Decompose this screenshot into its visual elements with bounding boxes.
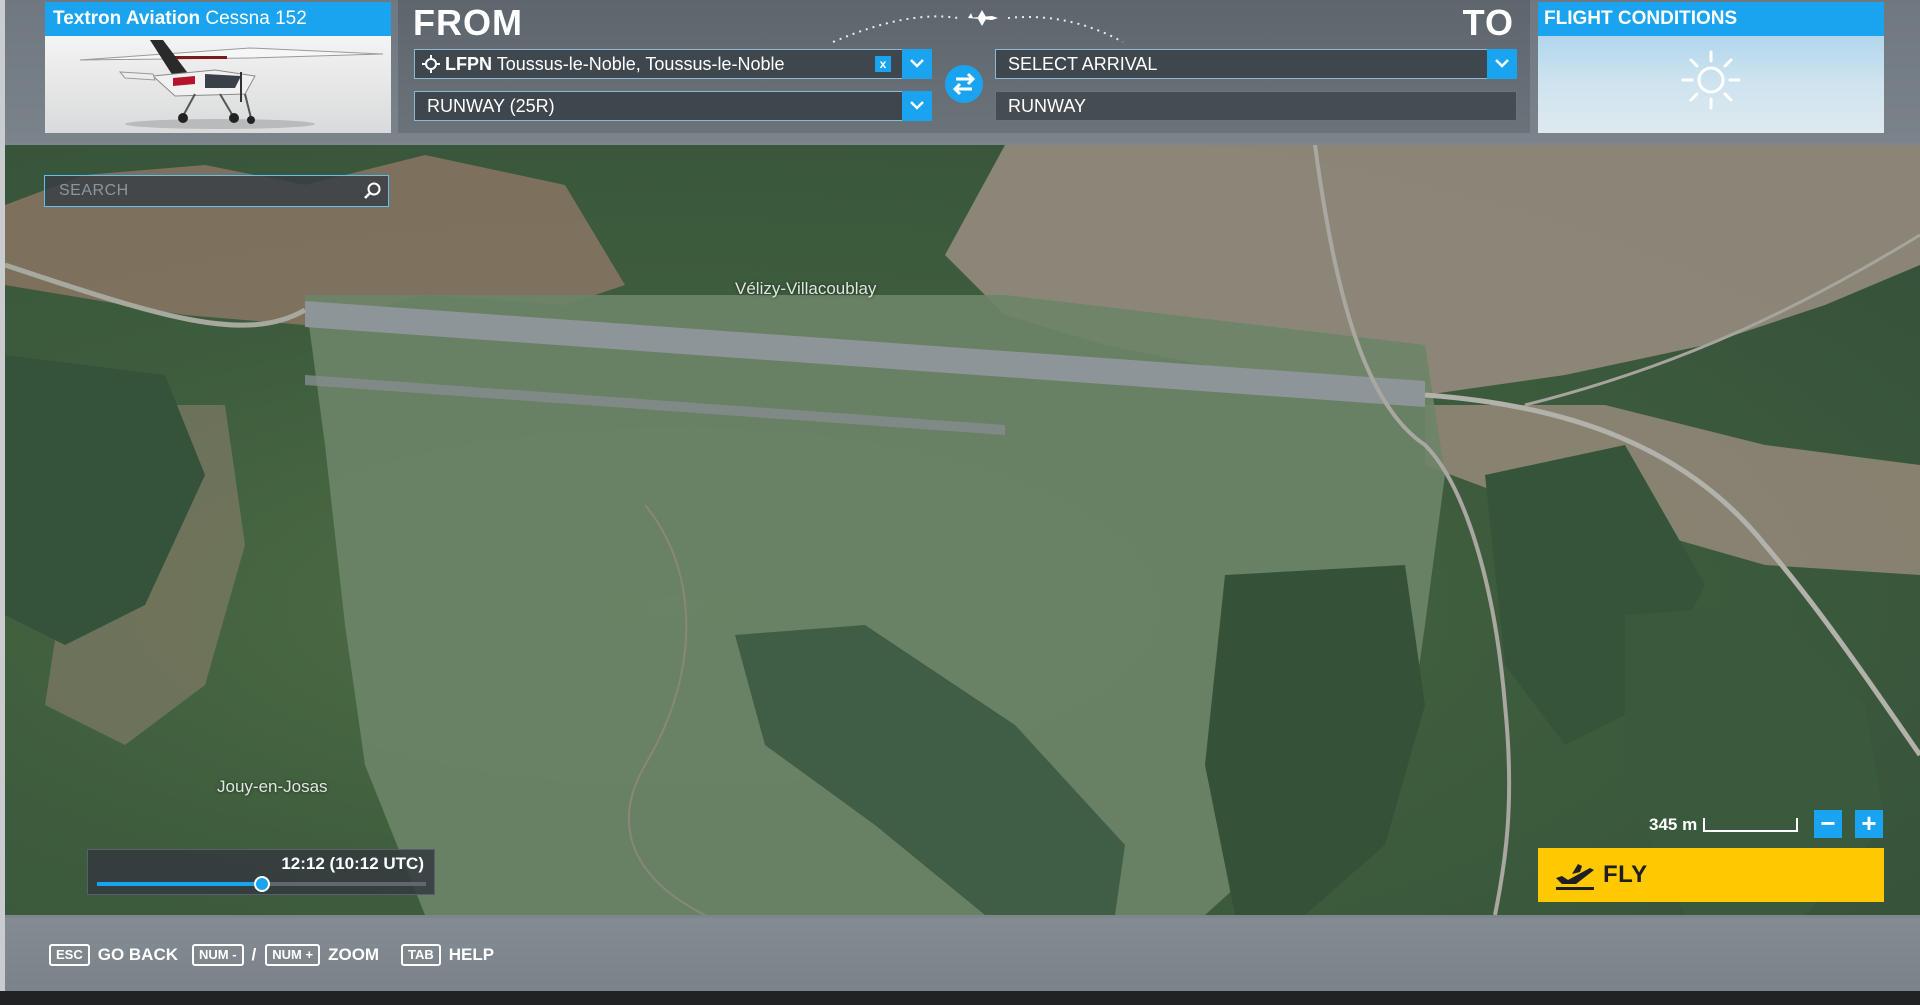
go-back-hint[interactable]: ESC GO BACK [49,944,178,966]
to-label: TO [1462,2,1514,43]
swap-route-button[interactable] [945,65,983,103]
place-label: Vélizy-Villacoublay [735,279,877,298]
flight-path-arc [832,10,1124,43]
scale-bar [1703,818,1798,832]
departure-name: Toussus-le-Noble, Toussus-le-Noble [496,54,785,74]
fly-button[interactable]: FLY [1538,848,1884,902]
flight-conditions-card[interactable]: FLIGHT CONDITIONS [1538,2,1884,133]
crosshair-icon [422,55,440,73]
airplane-icon [968,10,998,26]
arrival-runway-value: RUNWAY [1008,96,1086,116]
clear-departure-button[interactable]: x [875,56,891,72]
help-label: HELP [448,945,495,964]
aircraft-brand: Textron Aviation [53,8,201,29]
time-text: 12:12 (10:12 UTC) [281,854,424,873]
taskbar-strip [0,991,1920,1005]
num-plus-key: NUM + [265,944,321,966]
departure-airport-field[interactable]: LFPN Toussus-le-Noble, Toussus-le-Noble … [414,49,932,79]
from-label: FROM [413,2,523,43]
aircraft-selection-card[interactable]: Textron Aviation Cessna 152 [45,2,391,133]
time-of-day-control: 12:12 (10:12 UTC) [87,849,435,895]
chevron-down-icon [910,101,924,110]
zoom-in-button[interactable]: + [1855,810,1883,838]
map-imagery [5,145,1920,915]
zoom-label: ZOOM [328,945,380,964]
swap-arrows-icon [952,72,976,96]
runway-dropdown-button[interactable] [902,91,932,121]
scale-text: 345 m [1649,815,1698,834]
map-search[interactable] [44,175,389,207]
aircraft-title: Textron Aviation Cessna 152 [45,2,391,36]
departure-code: LFPN [445,54,492,74]
bottom-hint-bar: ESC GO BACK NUM - / NUM + ZOOM TAB HELP [5,918,1920,991]
zoom-hint[interactable]: NUM - / NUM + ZOOM [192,944,379,966]
esc-key: ESC [49,944,90,966]
cessna-aircraft-icon [79,40,384,129]
arrival-dropdown-button[interactable] [1487,49,1517,79]
sun-icon [1681,50,1741,110]
help-hint[interactable]: TAB HELP [401,944,494,966]
aircraft-model: Cessna 152 [205,8,307,29]
go-back-label: GO BACK [97,945,179,964]
departure-runway-value: RUNWAY (25R) [427,96,555,116]
chevron-down-icon [910,59,924,68]
zoom-out-button[interactable]: − [1814,810,1842,838]
search-icon[interactable] [364,182,382,200]
flight-conditions-title: FLIGHT CONDITIONS [1538,2,1884,36]
num-minus-key: NUM - [192,944,244,966]
aircraft-image [45,36,391,133]
arrival-placeholder: SELECT ARRIVAL [1008,54,1158,74]
place-label: Jouy-en-Josas [217,777,328,796]
arrival-runway-field[interactable]: RUNWAY [995,91,1517,121]
tab-key: TAB [401,944,441,966]
time-slider[interactable] [97,876,426,892]
map-scale: 345 m [1645,813,1805,841]
time-slider-fill [97,882,262,886]
zoom-separator: / [251,945,257,964]
takeoff-icon [1556,864,1594,890]
departure-runway-field[interactable]: RUNWAY (25R) [414,91,932,121]
route-panel: FROM TO LFPN Toussus-le-Noble, Toussus-l… [398,0,1530,133]
fly-label: FLY [1603,861,1648,888]
departure-dropdown-button[interactable] [902,49,932,79]
time-slider-handle[interactable] [253,876,270,892]
chevron-down-icon [1495,59,1509,68]
header: Textron Aviation Cessna 152 FROM TO LFPN… [5,0,1920,142]
satellite-map[interactable]: Vélizy-Villacoublay Jouy-en-Josas 12:12 … [5,145,1920,915]
search-input[interactable] [45,176,355,206]
world-map-screen: Textron Aviation Cessna 152 FROM TO LFPN… [0,0,1920,991]
arrival-airport-field[interactable]: SELECT ARRIVAL [995,49,1517,79]
